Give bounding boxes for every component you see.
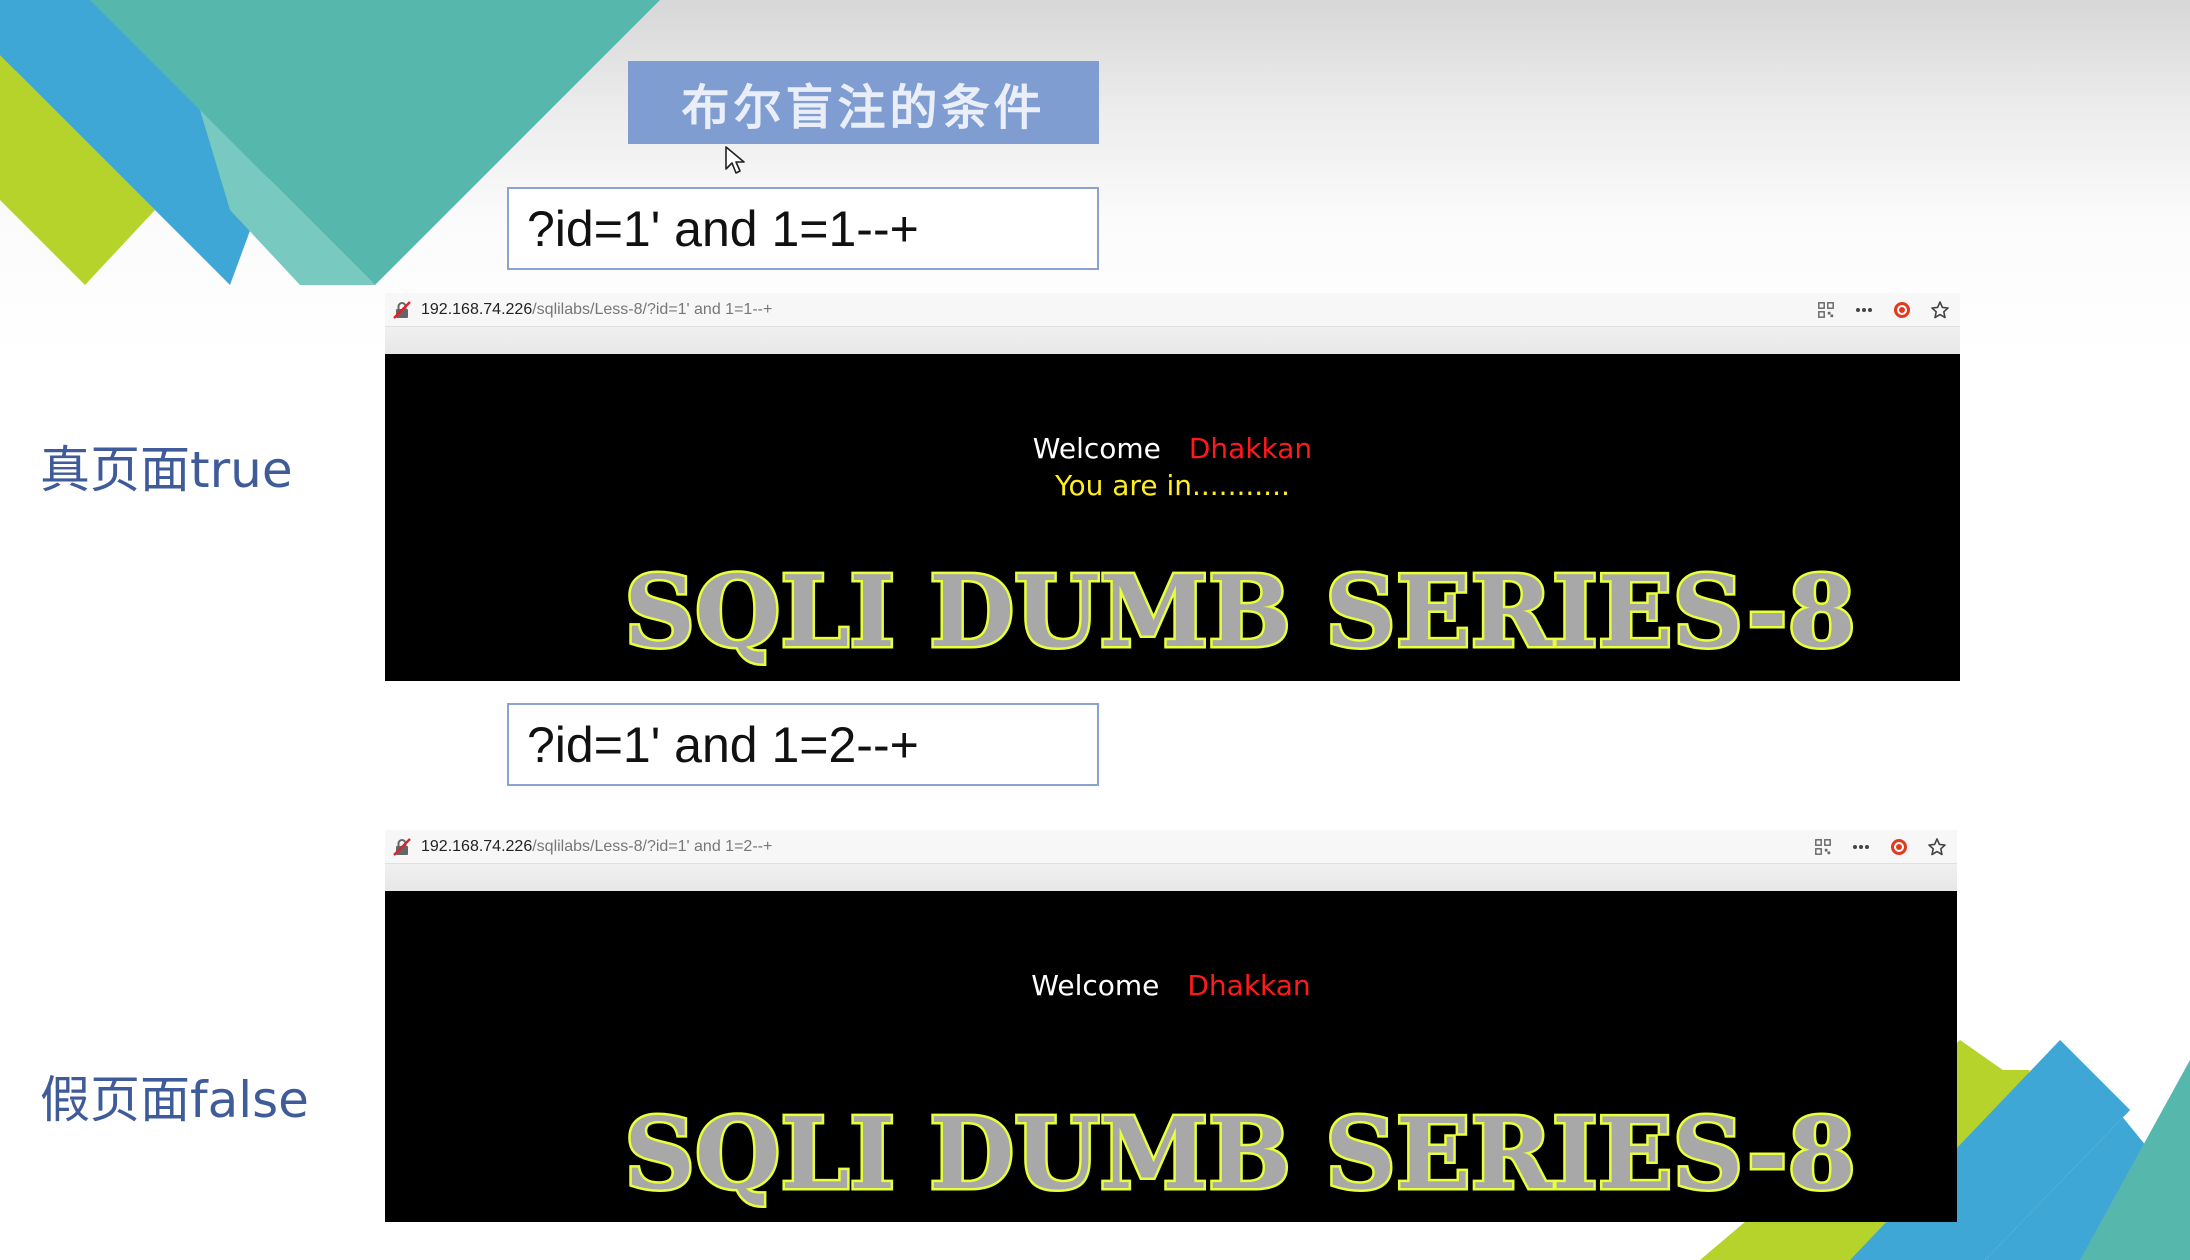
url-path: /sqlilabs/Less-8/?id=1' and 1=2--+ (532, 837, 773, 855)
browser-screenshot-true: 192.168.74.226 /sqlilabs/Less-8/?id=1' a… (385, 293, 1960, 681)
page-content: Welcome Dhakkan You are in........... SQL… (385, 354, 1960, 681)
page-top-strip (385, 864, 1957, 891)
welcome-line: Welcome Dhakkan (385, 969, 1957, 1002)
banner-text: SQLI DUMB SERIES-8 (624, 555, 1856, 670)
label-false-page: 假页面false (40, 1071, 309, 1129)
slide-title-box: 布尔盲注的条件 (628, 61, 1099, 144)
more-dots-icon[interactable] (1851, 837, 1871, 857)
url-path: /sqlilabs/Less-8/?id=1' and 1=1--+ (532, 300, 773, 318)
query-box-true: ?id=1' and 1=1--+ (507, 187, 1099, 270)
insecure-lock-icon (393, 837, 411, 856)
query-text-false: ?id=1' and 1=2--+ (527, 716, 919, 773)
mouse-pointer-icon (725, 146, 745, 174)
status-text: You are in........... (1055, 469, 1290, 502)
welcome-text: Welcome (1031, 969, 1160, 1002)
star-icon[interactable] (1930, 300, 1950, 320)
slide-title: 布尔盲注的条件 (681, 79, 1046, 136)
page-content: Welcome Dhakkan SQLI DUMB SERIES-8 (385, 891, 1957, 1222)
page-top-strip (385, 327, 1960, 354)
qr-code-icon[interactable] (1813, 837, 1833, 857)
sqli-banner: SQLI DUMB SERIES-8 (622, 1095, 1859, 1215)
addon-red-icon[interactable] (1889, 837, 1909, 857)
query-text-true: ?id=1' and 1=1--+ (527, 200, 919, 257)
user-name: Dhakkan (1188, 432, 1313, 465)
user-name: Dhakkan (1187, 969, 1311, 1002)
welcome-line: Welcome Dhakkan (385, 432, 1960, 465)
sqli-banner: SQLI DUMB SERIES-8 (622, 553, 1859, 673)
address-bar[interactable]: 192.168.74.226 /sqlilabs/Less-8/?id=1' a… (385, 293, 1960, 327)
welcome-text: Welcome (1032, 432, 1161, 465)
address-bar[interactable]: 192.168.74.226 /sqlilabs/Less-8/?id=1' a… (385, 830, 1957, 864)
url-host: 192.168.74.226 (421, 837, 533, 855)
url-host: 192.168.74.226 (421, 300, 533, 318)
addon-red-icon[interactable] (1892, 300, 1912, 320)
query-box-false: ?id=1' and 1=2--+ (507, 703, 1099, 786)
browser-screenshot-false: 192.168.74.226 /sqlilabs/Less-8/?id=1' a… (385, 830, 1957, 1222)
label-true-page: 真页面true (40, 441, 293, 499)
star-icon[interactable] (1927, 837, 1947, 857)
qr-code-icon[interactable] (1816, 300, 1836, 320)
insecure-lock-icon (393, 300, 411, 319)
banner-text: SQLI DUMB SERIES-8 (624, 1097, 1856, 1212)
more-dots-icon[interactable] (1854, 300, 1874, 320)
